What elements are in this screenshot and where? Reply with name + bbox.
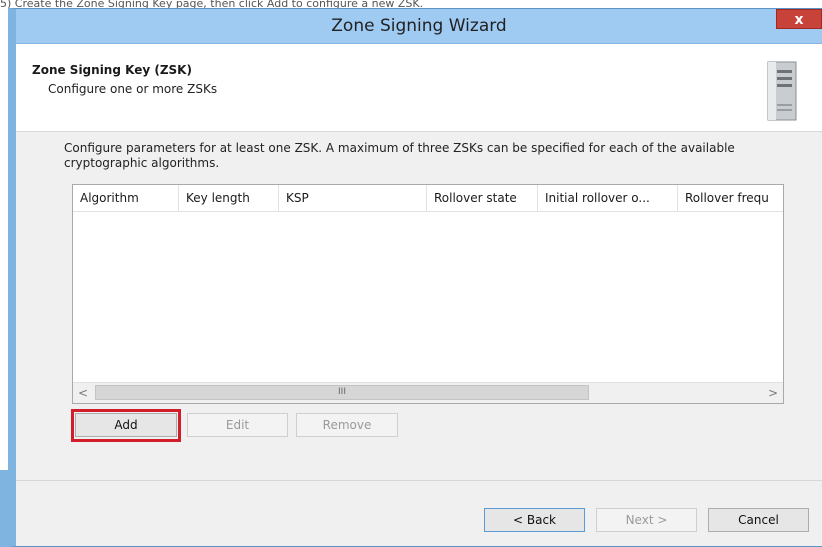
close-button[interactable]: x	[776, 9, 822, 29]
remove-button[interactable]: Remove	[296, 413, 398, 437]
page-title: Zone Signing Key (ZSK)	[32, 63, 192, 77]
back-button[interactable]: < Back	[484, 508, 585, 532]
page-subtitle: Configure one or more ZSKs	[48, 82, 218, 96]
scroll-left-arrow[interactable]: <	[73, 383, 93, 403]
server-icon	[767, 61, 797, 121]
window-frame-edge	[0, 470, 8, 547]
footer-divider	[16, 480, 822, 481]
column-header-rollover-state[interactable]: Rollover state	[427, 185, 538, 211]
list-header: Algorithm Key length KSP Rollover state …	[73, 185, 783, 212]
cancel-button[interactable]: Cancel	[708, 508, 809, 532]
zsk-list[interactable]: Algorithm Key length KSP Rollover state …	[72, 184, 784, 404]
page-caption: 5) Create the Zone Signing Key page, the…	[0, 0, 822, 8]
column-header-ksp[interactable]: KSP	[279, 185, 427, 211]
column-header-initial-rollover[interactable]: Initial rollover o...	[538, 185, 678, 211]
wizard-header: Zone Signing Key (ZSK) Configure one or …	[16, 44, 822, 132]
add-button-highlight	[71, 409, 181, 442]
description-text: Configure parameters for at least one ZS…	[64, 141, 735, 170]
next-button[interactable]: Next >	[596, 508, 697, 532]
column-header-key-length[interactable]: Key length	[179, 185, 279, 211]
window-title: Zone Signing Wizard	[331, 16, 507, 36]
scroll-thumb[interactable]: III	[95, 385, 589, 400]
column-header-algorithm[interactable]: Algorithm	[73, 185, 179, 211]
title-bar: Zone Signing Wizard x	[16, 9, 822, 44]
column-header-rollover-frequency[interactable]: Rollover frequ	[678, 185, 783, 211]
horizontal-scrollbar[interactable]: < III >	[73, 382, 783, 403]
edit-button[interactable]: Edit	[187, 413, 288, 437]
scroll-right-arrow[interactable]: >	[763, 383, 783, 403]
